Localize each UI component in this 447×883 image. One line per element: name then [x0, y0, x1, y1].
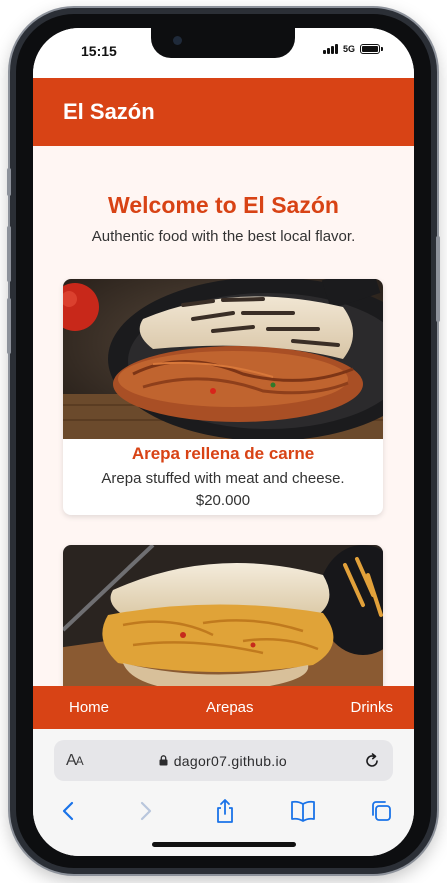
nav-home[interactable]: Home — [69, 699, 109, 716]
phone-mute-switch — [7, 168, 11, 196]
status-icons: 5G — [322, 44, 383, 54]
browser-toolbar — [33, 791, 414, 831]
main-content[interactable]: Welcome to El Sazón Authentic food with … — [33, 146, 414, 686]
nav-drinks[interactable]: Drinks — [350, 699, 393, 716]
lock-icon — [159, 755, 168, 766]
share-icon — [216, 799, 233, 823]
text-size-button[interactable]: AA — [66, 751, 84, 770]
chevron-right-icon — [141, 801, 152, 821]
tabs-icon — [372, 801, 391, 821]
forward-button[interactable] — [133, 798, 159, 824]
book-icon — [290, 800, 315, 822]
bookmarks-button[interactable] — [290, 798, 316, 824]
front-camera — [173, 36, 182, 45]
nav-arepas[interactable]: Arepas — [206, 699, 254, 716]
signal-icon — [322, 44, 338, 54]
phone-volume-down — [7, 298, 11, 354]
app-header: El Sazón — [33, 78, 414, 146]
share-button[interactable] — [212, 798, 238, 824]
card-description: Arepa stuffed with meat and cheese. — [101, 470, 345, 487]
menu-card[interactable]: Arepa rellena de carne Arepa stuffed wit… — [63, 279, 383, 515]
card-price: $20.000 — [195, 492, 251, 509]
arepa-carne-image — [63, 279, 383, 439]
url-display[interactable]: dagor07.github.io — [83, 753, 363, 769]
notch — [151, 28, 295, 58]
network-label: 5G — [342, 44, 355, 54]
welcome-title: Welcome to El Sazón — [108, 192, 339, 218]
menu-card[interactable] — [63, 545, 383, 686]
url-text: dagor07.github.io — [173, 752, 287, 769]
card-title: Arepa rellena de carne — [131, 444, 315, 463]
app-title[interactable]: El Sazón — [63, 99, 155, 125]
bottom-nav: Home Arepas Drinks — [33, 686, 414, 729]
browser-chrome: AA dagor07.github.io — [33, 729, 414, 856]
tabs-button[interactable] — [368, 798, 394, 824]
chevron-left-icon — [62, 801, 74, 821]
reload-icon[interactable] — [363, 752, 381, 770]
phone-power-button — [436, 236, 440, 322]
phone-screen: 15:15 5G El Sazón Welcome to El Sazón Au… — [33, 28, 414, 856]
welcome-subtitle: Authentic food with the best local flavo… — [91, 228, 356, 245]
status-time: 15:15 — [81, 43, 117, 59]
phone-volume-up — [7, 226, 11, 282]
text-size-label: AA — [66, 751, 84, 769]
back-button[interactable] — [55, 798, 81, 824]
home-indicator[interactable] — [152, 842, 296, 847]
address-bar[interactable]: AA dagor07.github.io — [54, 740, 393, 781]
battery-icon — [360, 44, 383, 54]
arepa-chicken-image — [63, 545, 383, 686]
